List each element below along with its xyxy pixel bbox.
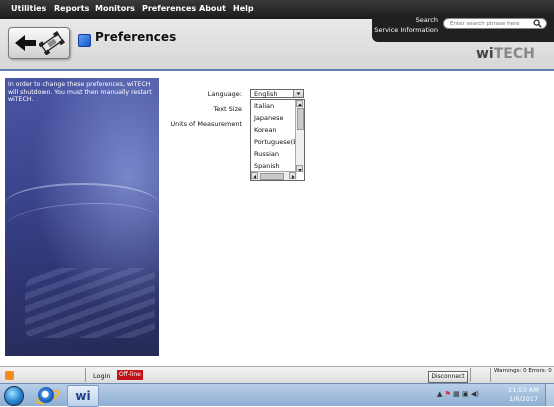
hscroll-thumb[interactable]: [260, 173, 284, 180]
menu-utilities[interactable]: Utilities: [11, 4, 46, 13]
units-of-measurement-label: Units of Measurement: [170, 120, 242, 128]
divider: [490, 368, 491, 382]
search-panel: Search Service Information: [372, 14, 554, 42]
back-button[interactable]: [8, 27, 70, 59]
windows-taskbar: wi ▲ ⚑ ▦ ▣ ◀) 11:53 AM 1/6/2017: [0, 383, 554, 407]
language-option[interactable]: Korean: [254, 126, 277, 134]
flag-icon[interactable]: ⚑: [445, 390, 451, 398]
internet-explorer-icon[interactable]: [38, 387, 54, 403]
logo-prefix: wi: [476, 46, 494, 62]
divider: [470, 368, 471, 382]
info-panel: In order to change these preferences, wi…: [5, 78, 159, 356]
menu-monitors[interactable]: Monitors: [95, 4, 135, 13]
divider: [85, 368, 86, 382]
language-select[interactable]: English: [250, 89, 304, 98]
menu-reports[interactable]: Reports: [54, 4, 89, 13]
start-button[interactable]: [4, 386, 24, 406]
scroll-down-button[interactable]: [296, 165, 303, 172]
scroll-up-button[interactable]: [296, 100, 303, 107]
arrow-left-icon: [253, 175, 256, 179]
language-dropdown-list: Italian Japanese Korean Portuguese(Br Ru…: [250, 99, 305, 181]
menu-preferences[interactable]: Preferences: [142, 4, 196, 13]
offline-status-badge: Off-line: [117, 370, 143, 380]
system-tray: ▲ ⚑ ▦ ▣ ◀): [437, 390, 479, 398]
logo-suffix: TECH: [493, 46, 535, 62]
clock-time[interactable]: 11:53 AM: [508, 386, 539, 394]
search-label: Search: [415, 16, 438, 24]
vehicle-icon: [39, 31, 65, 55]
login-link[interactable]: Login: [93, 372, 111, 380]
scroll-right-button[interactable]: [289, 172, 296, 179]
network-icon[interactable]: ▦: [453, 390, 460, 398]
keyboard-background-image: [25, 268, 155, 338]
status-bar: Login Off-line Disconnect Warnings: 0 Er…: [0, 366, 554, 384]
text-size-label: Text Size: [213, 105, 242, 113]
search-icon[interactable]: [533, 19, 542, 28]
language-option[interactable]: Spanish: [254, 162, 280, 170]
dropdown-button[interactable]: [293, 90, 303, 97]
scroll-left-button[interactable]: [251, 172, 258, 179]
disconnect-button[interactable]: Disconnect: [428, 371, 468, 383]
page-title: Preferences: [95, 30, 177, 44]
language-selected-value: English: [254, 90, 278, 98]
language-option[interactable]: Russian: [254, 150, 279, 158]
clock-date[interactable]: 1/6/2017: [509, 395, 538, 403]
horizontal-scrollbar[interactable]: [251, 171, 297, 180]
scroll-thumb[interactable]: [297, 108, 304, 130]
language-option[interactable]: Portuguese(Br: [254, 138, 300, 146]
witech-logo: wiTECH: [476, 46, 535, 62]
arrow-down-icon: [298, 169, 302, 172]
warnings-errors-count: Warnings: 0 Errors: 0: [494, 368, 552, 374]
tray-expand-icon[interactable]: ▲: [437, 390, 442, 398]
language-label: Language:: [207, 90, 242, 98]
service-information-label: Service Information: [374, 26, 438, 34]
preferences-icon: [78, 34, 91, 47]
show-desktop-button[interactable]: [545, 384, 554, 406]
chevron-down-icon: [296, 92, 301, 95]
language-option[interactable]: Italian: [254, 102, 274, 110]
restart-notice: In order to change these preferences, wi…: [8, 81, 152, 104]
arrow-right-icon: [292, 175, 295, 179]
menu-about[interactable]: About: [199, 4, 226, 13]
vertical-scrollbar[interactable]: [295, 100, 304, 172]
language-option[interactable]: Japanese: [254, 114, 284, 122]
search-input[interactable]: [443, 18, 547, 29]
rss-icon[interactable]: [5, 371, 14, 380]
header-divider: [0, 69, 554, 71]
witech-taskbar-button[interactable]: wi: [67, 385, 99, 407]
volume-icon[interactable]: ◀): [471, 390, 479, 398]
menu-help[interactable]: Help: [233, 4, 254, 13]
monitor-icon[interactable]: ▣: [462, 390, 469, 398]
